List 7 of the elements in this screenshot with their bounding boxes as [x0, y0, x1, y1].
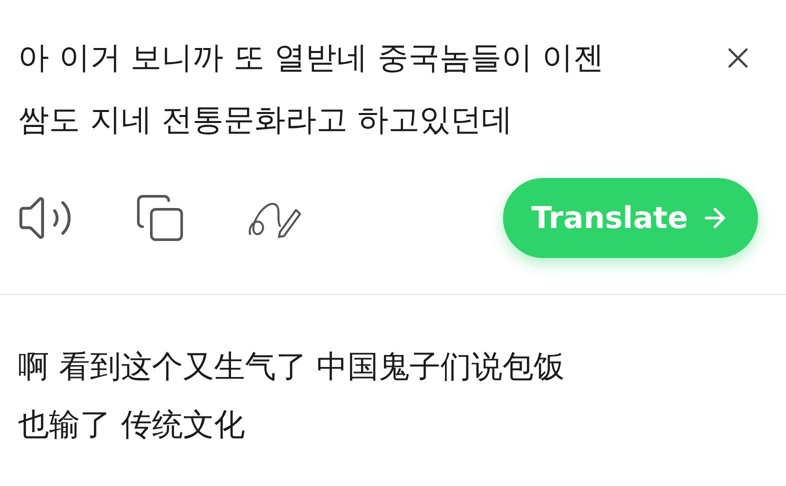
translate-button[interactable]: Translate: [503, 178, 758, 258]
copy-icon: [134, 192, 186, 244]
translation-text-line: 啊 看到这个又生气了 中国鬼子们说包饭: [18, 348, 566, 387]
source-text-line: 아 이거 보니까 또 열받네 중국놈들이 이젠: [18, 39, 604, 78]
source-text-line: 쌈도 지네 전통문화라고 하고있던데: [18, 101, 514, 140]
copy-button[interactable]: [134, 192, 186, 244]
translation-text-line: 也输了 传统文化: [18, 406, 246, 445]
